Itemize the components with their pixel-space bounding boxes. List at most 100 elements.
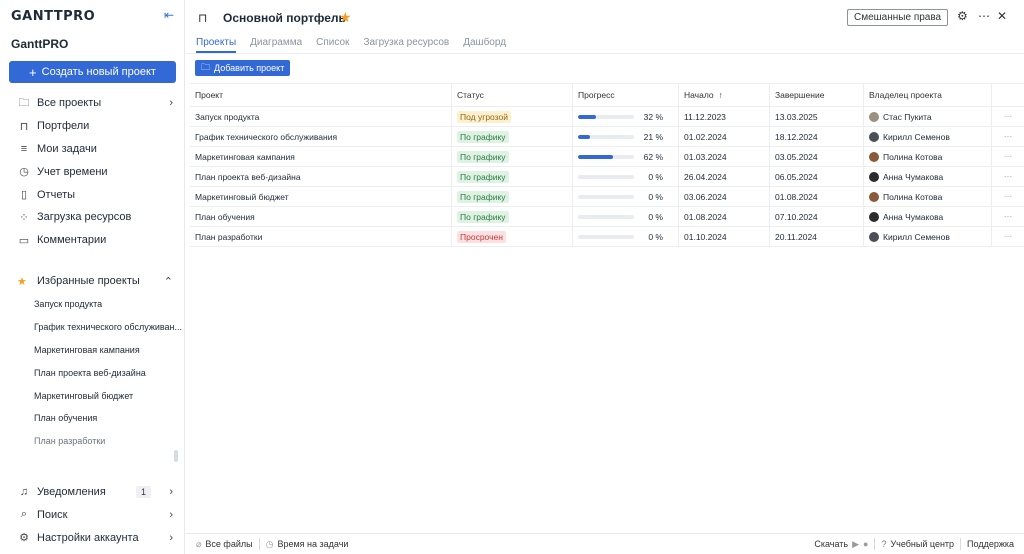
status-cell[interactable]: Под угрозой: [452, 107, 573, 126]
row-more-icon[interactable]: ⋯: [992, 107, 1024, 126]
column-header-status[interactable]: Статус: [452, 84, 573, 106]
table-row[interactable]: График технического обслуживания По графи…: [190, 127, 1024, 147]
end-date[interactable]: 06.05.2024: [770, 167, 864, 186]
sidebar-item-resource-load[interactable]: ⁘ Загрузка ресурсов: [0, 206, 185, 229]
status-cell[interactable]: По графику: [452, 187, 573, 206]
sidebar-scrollbar[interactable]: [174, 450, 178, 462]
project-name[interactable]: План проекта веб-дизайна: [190, 167, 452, 186]
create-project-button[interactable]: + Создать новый проект: [9, 61, 176, 83]
start-date[interactable]: 26.04.2024: [679, 167, 770, 186]
sidebar-item-reports[interactable]: ▯ Отчеты: [0, 183, 185, 206]
status-cell[interactable]: По графику: [452, 167, 573, 186]
row-more-icon[interactable]: ⋯: [992, 147, 1024, 166]
table-row[interactable]: Маркетинговый бюджет По графику 0 % 03.06.2…: [190, 187, 1024, 207]
owner-cell[interactable]: Полина Котова: [864, 187, 992, 206]
row-more-icon[interactable]: ⋯: [992, 207, 1024, 226]
status-badge: По графику: [457, 170, 509, 183]
owner-cell[interactable]: Стас Пукита: [864, 107, 992, 126]
start-date[interactable]: 01.08.2024: [679, 207, 770, 226]
favorite-item[interactable]: Маркетинговый бюджет: [0, 384, 185, 407]
tab-projects[interactable]: Проекты: [196, 37, 237, 53]
project-name[interactable]: График технического обслуживания: [190, 127, 452, 146]
collapse-left-icon[interactable]: ⇤: [161, 8, 177, 24]
favorites-header[interactable]: ★ Избранные проекты ⌃: [0, 271, 185, 291]
status-cell[interactable]: По графику: [452, 127, 573, 146]
column-header-end[interactable]: Завершение: [770, 84, 864, 106]
end-date[interactable]: 07.10.2024: [770, 207, 864, 226]
sidebar-item-notifications[interactable]: ♫ Уведомления 1 ›: [0, 480, 185, 503]
sidebar-item-all-projects[interactable]: 🗀 Все проекты ›: [0, 92, 185, 115]
column-header-owner[interactable]: Владелец проекта: [864, 84, 992, 106]
column-header-progress[interactable]: Прогресс: [573, 84, 679, 106]
row-more-icon[interactable]: ⋯: [992, 187, 1024, 206]
owner-cell[interactable]: Кирилл Семенов: [864, 227, 992, 246]
favorite-item[interactable]: Запуск продукта: [0, 293, 185, 316]
favorite-item[interactable]: План разработки: [0, 430, 185, 453]
progress-cell: 0 %: [573, 227, 679, 246]
owner-cell[interactable]: Кирилл Семенов: [864, 127, 992, 146]
row-more-icon[interactable]: ⋯: [992, 227, 1024, 246]
column-header-project[interactable]: Проект: [190, 84, 452, 106]
table-row[interactable]: План обучения По графику 0 % 01.08.2024 07.1…: [190, 207, 1024, 227]
favorite-item[interactable]: План проекта веб-дизайна: [0, 361, 185, 384]
download-link[interactable]: Скачать ▶ ●: [814, 539, 868, 550]
time-on-tasks-link[interactable]: ◷ Время на задачи: [266, 539, 349, 550]
end-date[interactable]: 03.05.2024: [770, 147, 864, 166]
favorite-item[interactable]: План обучения: [0, 407, 185, 430]
table-row[interactable]: План проекта веб-дизайна По графику 0 % 26.…: [190, 167, 1024, 187]
progress-cell: 0 %: [573, 167, 679, 186]
all-files-link[interactable]: ⌀ Все файлы: [196, 539, 253, 550]
mixed-rights-button[interactable]: Смешанные права: [847, 9, 949, 26]
favorite-star-icon[interactable]: ★: [339, 9, 352, 26]
start-date[interactable]: 01.02.2024: [679, 127, 770, 146]
start-date[interactable]: 01.03.2024: [679, 147, 770, 166]
favorite-item[interactable]: Маркетинговая кампания: [0, 339, 185, 362]
project-name[interactable]: Маркетинговый бюджет: [190, 187, 452, 206]
start-date[interactable]: 01.10.2024: [679, 227, 770, 246]
end-date[interactable]: 20.11.2024: [770, 227, 864, 246]
project-name[interactable]: Маркетинговая кампания: [190, 147, 452, 166]
project-name[interactable]: План разработки: [190, 227, 452, 246]
end-date[interactable]: 01.08.2024: [770, 187, 864, 206]
sidebar-item-time-tracking[interactable]: ◷ Учет времени: [0, 160, 185, 183]
progress-percent: 32 %: [643, 111, 663, 122]
tab-list[interactable]: Список: [316, 37, 349, 53]
sidebar-bottom-nav: ♫ Уведомления 1 › ⌕ Поиск › ⚙ Настройки …: [0, 480, 185, 549]
sidebar-item-account-settings[interactable]: ⚙ Настройки аккаунта ›: [0, 526, 185, 549]
tab-diagram[interactable]: Диаграмма: [250, 37, 302, 53]
table-row[interactable]: Маркетинговая кампания По графику 62 % 01.0…: [190, 147, 1024, 167]
sidebar-item-search[interactable]: ⌕ Поиск ›: [0, 503, 185, 526]
project-name[interactable]: План обучения: [190, 207, 452, 226]
table-row[interactable]: План разработки Просрочен 0 % 01.10.2024 20.…: [190, 227, 1024, 247]
support-link[interactable]: Поддержка: [967, 539, 1014, 549]
sidebar-item-my-tasks[interactable]: ≡ Мои задачи: [0, 138, 185, 161]
owner-cell[interactable]: Анна Чумакова: [864, 207, 992, 226]
owner-cell[interactable]: Полина Котова: [864, 147, 992, 166]
favorite-item[interactable]: График технического обслуживан...: [0, 316, 185, 339]
status-cell[interactable]: По графику: [452, 147, 573, 166]
owner-name: Кирилл Семенов: [883, 231, 950, 242]
tab-resource-load[interactable]: Загрузка ресурсов: [363, 37, 449, 53]
end-date[interactable]: 13.03.2025: [770, 107, 864, 126]
sidebar-item-comments[interactable]: ▭ Комментарии: [0, 229, 185, 252]
owner-cell[interactable]: Анна Чумакова: [864, 167, 992, 186]
end-date[interactable]: 18.12.2024: [770, 127, 864, 146]
sidebar-item-portfolios[interactable]: ⊓ Портфели: [0, 115, 185, 138]
row-more-icon[interactable]: ⋯: [992, 127, 1024, 146]
project-name[interactable]: Запуск продукта: [190, 107, 452, 126]
add-project-button[interactable]: 🗀 Добавить проект: [195, 60, 291, 76]
column-header-start-label: Начало: [684, 90, 714, 100]
status-cell[interactable]: По графику: [452, 207, 573, 226]
close-icon[interactable]: ✕: [997, 9, 1007, 23]
learning-center-link[interactable]: ? Учебный центр: [881, 539, 954, 549]
gear-icon[interactable]: ⚙: [957, 9, 968, 23]
start-date[interactable]: 11.12.2023: [679, 107, 770, 126]
tab-dashboard[interactable]: Дашборд: [463, 37, 506, 53]
more-icon[interactable]: ⋯: [978, 9, 990, 23]
status-cell[interactable]: Просрочен: [452, 227, 573, 246]
start-date[interactable]: 03.06.2024: [679, 187, 770, 206]
table-row[interactable]: Запуск продукта Под угрозой 32 % 11.12.2023…: [190, 107, 1024, 127]
column-header-start[interactable]: Начало ↑: [679, 84, 770, 106]
row-more-icon[interactable]: ⋯: [992, 167, 1024, 186]
create-project-label: Создать новый проект: [41, 66, 156, 78]
